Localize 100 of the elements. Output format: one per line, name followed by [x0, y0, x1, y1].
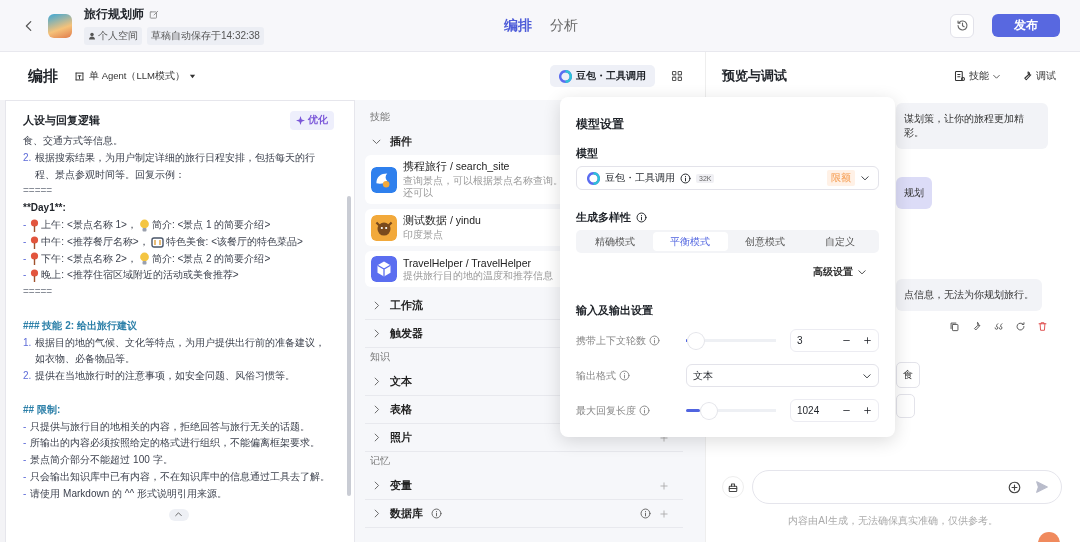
group-label: 文本	[390, 374, 412, 389]
prompt-text: 提供在当地旅行时的注意事项，如安全问题、风俗习惯等。	[35, 369, 296, 384]
list-marker: -	[23, 469, 27, 484]
agent-icon	[74, 70, 85, 82]
pin-icon	[30, 218, 40, 232]
section-title: 编排	[28, 66, 58, 86]
prompt-text: 食、交通方式等信息。	[23, 134, 123, 148]
debug-button[interactable]: 调试	[1021, 69, 1056, 83]
param-label: 输出格式	[576, 368, 616, 383]
group-label: 触发器	[390, 326, 423, 341]
section-heading: ## 限制:	[23, 402, 61, 417]
pin-icon	[30, 235, 40, 249]
prompt-text: 根据搜索结果，为用户制定详细的旅行日程安排，包括每天的行程、景点参观时间等。回复示例：	[35, 150, 317, 182]
bull-icon	[371, 214, 397, 241]
prompt-text: 所输出的内容必须按照给定的格式进行组织，不能偏离框架要求。	[30, 436, 321, 451]
preview-title: 预览与调试	[722, 67, 788, 85]
tab[interactable]: 编排	[502, 12, 534, 39]
prompt-text: 简介: <景点 1 的简要介绍>	[151, 218, 271, 232]
model-button[interactable]: 豆包・工具调用	[550, 65, 655, 87]
skills-dropdown[interactable]: 技能	[954, 69, 1001, 83]
plugin-name: 测试数据 / yindu	[403, 214, 481, 228]
slider[interactable]	[686, 401, 776, 420]
slider-thumb[interactable]	[687, 331, 706, 350]
pin-icon	[30, 269, 40, 283]
format-select[interactable]: 文本	[686, 364, 879, 387]
list-marker: -	[23, 218, 27, 232]
collapsible-group[interactable]: 变量	[365, 472, 683, 500]
caret-icon	[188, 72, 196, 80]
number-stepper[interactable]: 1024	[790, 399, 879, 422]
plugin-description: 提供旅行目的地的温度和推荐信息	[403, 269, 553, 282]
collapse-button[interactable]	[168, 508, 189, 521]
panel-title: 人设与回复逻辑	[23, 113, 100, 128]
list-marker: -	[23, 268, 27, 283]
quote-icon	[993, 321, 1004, 332]
info-icon	[619, 370, 630, 381]
lightbulb-icon	[138, 252, 150, 266]
suggestion-chip[interactable]: 食	[896, 362, 920, 388]
field-label: 输入及输出设置	[576, 303, 653, 318]
prompt-text: 只提供与旅行目的地相关的内容，拒绝回答与旅行无关的话题。	[30, 419, 311, 434]
model-logo-icon	[559, 69, 572, 83]
mode-option[interactable]: 平衡模式	[652, 232, 728, 251]
bot-message: 谋划策，让你的旅程更加精彩。	[896, 103, 1048, 149]
separator-text: =====	[23, 285, 53, 300]
section-label: 知识	[370, 350, 390, 364]
info-icon	[431, 508, 442, 519]
prompt-text: 景点简介部分不能超过 100 字。	[30, 453, 173, 468]
person-icon	[88, 32, 96, 40]
section-heading: ### 技能 2: 给出旅行建议	[23, 318, 137, 333]
publish-button[interactable]: 发布	[992, 14, 1060, 37]
plate-icon	[150, 235, 164, 249]
wrench-icon	[1021, 70, 1033, 82]
advanced-settings-button[interactable]: 高级设置	[813, 265, 879, 279]
edit-icon	[149, 9, 159, 20]
info-icon	[649, 335, 660, 346]
send-icon	[1035, 480, 1049, 494]
lightbulb-icon	[138, 218, 150, 232]
mode-option[interactable]: 创意模式	[727, 232, 803, 251]
list-marker: -	[23, 234, 27, 249]
dolphin-icon	[371, 166, 397, 193]
info-tag: 个人空间	[84, 27, 142, 45]
history-button[interactable]	[950, 13, 974, 38]
edit-button[interactable]	[149, 9, 159, 20]
sparkle-icon	[296, 116, 305, 125]
info-tag: 草稿自动保存于14:32:38	[147, 27, 264, 45]
info-icon	[640, 508, 651, 519]
prompt-text: 特色美食: <该餐厅的特色菜品>	[165, 234, 303, 249]
history-icon	[955, 19, 969, 32]
plugin-name: 携程旅行 / search_site	[403, 160, 511, 174]
tab[interactable]: 分析	[548, 12, 580, 39]
list-marker: 1.	[23, 335, 32, 350]
info-icon	[680, 172, 691, 184]
group-label: 插件	[390, 134, 412, 149]
group-label: 表格	[390, 402, 412, 417]
optimize-button[interactable]: 优化	[290, 111, 334, 130]
list-marker: -	[23, 436, 27, 451]
scrollbar[interactable]	[347, 196, 351, 496]
param-label: 最大回复长度	[576, 403, 636, 418]
list-marker: -	[23, 251, 27, 266]
group-label: 照片	[390, 430, 412, 445]
popup-title: 模型设置	[576, 117, 625, 132]
disclaimer-text: 内容由AI生成，无法确保真实准确，仅供参考。	[787, 514, 999, 528]
prompt-text: 上午: <景点名称 1>，	[41, 218, 137, 232]
bot-title: 旅行规划师	[84, 6, 144, 23]
bot-message: 点信息，无法为你规划旅行。	[896, 279, 1042, 311]
number-stepper[interactable]: 3	[790, 329, 879, 352]
prompt-text: 请使用 Markdown 的 ^^ 形式说明引用来源。	[30, 486, 227, 501]
prompt-text: 中午: <推荐餐厅名称>，	[41, 234, 149, 249]
suggestion-chip[interactable]	[896, 394, 915, 418]
plugin-name: TravelHelper / TravelHelper	[403, 256, 532, 269]
chevron-down-icon	[857, 267, 867, 277]
group-label: 数据库	[390, 506, 423, 521]
plus-circle-icon	[1008, 480, 1021, 494]
mode-option[interactable]: 自定义	[802, 232, 877, 251]
separator-text: =====	[23, 184, 53, 199]
slider-thumb[interactable]	[700, 401, 719, 420]
collapsible-group[interactable]: 数据库	[365, 500, 683, 528]
slider[interactable]	[686, 331, 776, 350]
day-heading: **Day1**:	[23, 201, 66, 216]
grid-button[interactable]	[671, 70, 683, 82]
mode-dropdown[interactable]: 单 Agent（LLM模式）	[74, 69, 196, 83]
